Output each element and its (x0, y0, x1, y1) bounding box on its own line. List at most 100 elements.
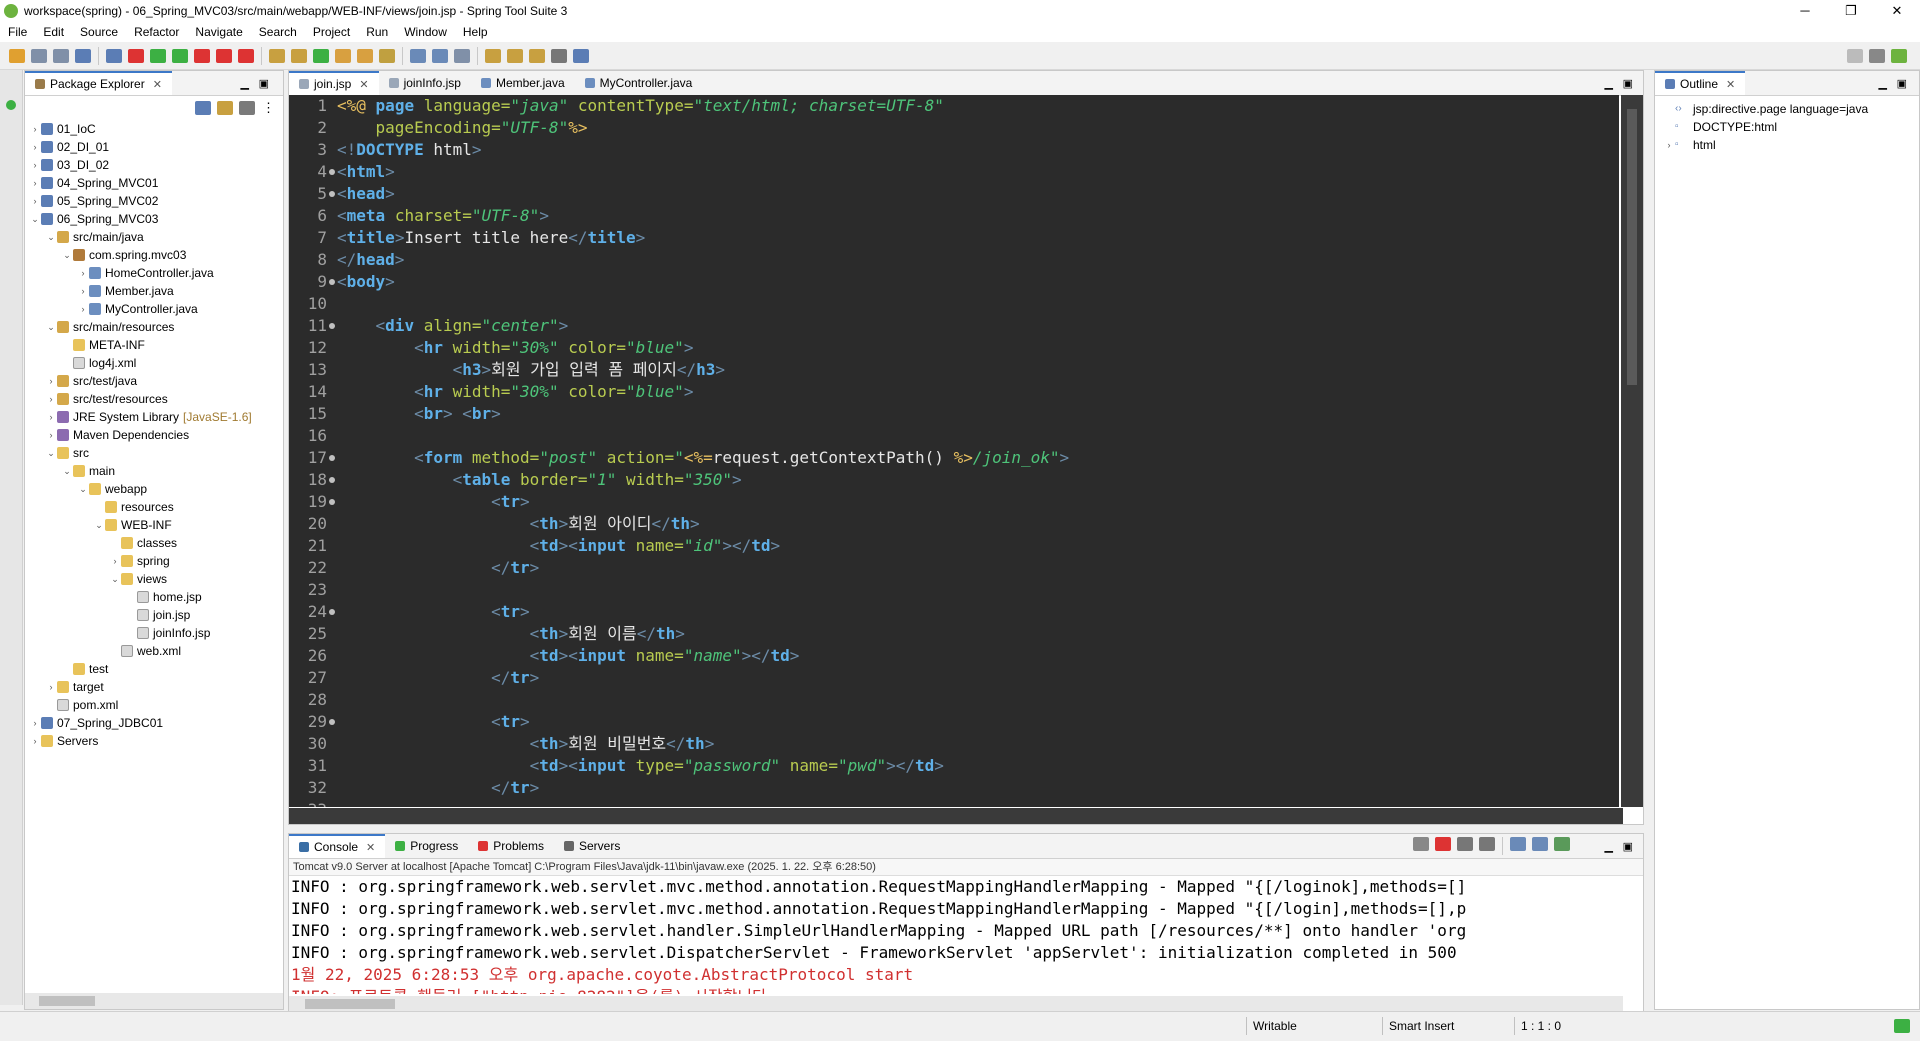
tab-member-java[interactable]: Member.java (471, 71, 575, 95)
run-last-icon[interactable] (216, 48, 232, 63)
annotation-next-icon[interactable] (432, 48, 448, 63)
new-package-icon[interactable] (291, 48, 307, 63)
collapse-all-icon[interactable] (195, 101, 211, 115)
editor-horizontal-scrollbar[interactable] (289, 808, 1623, 824)
tree-item[interactable]: home.jsp (29, 588, 283, 606)
tab-join-jsp[interactable]: join.jsp ✕ (289, 71, 379, 95)
tree-item[interactable]: › 03_DI_02 (29, 156, 283, 174)
menu-run[interactable]: Run (358, 25, 396, 39)
chevron-down-icon[interactable]: ⌄ (61, 462, 73, 480)
chevron-down-icon[interactable]: ⌄ (45, 228, 57, 246)
tree-item[interactable]: META-INF (29, 336, 283, 354)
terminate-icon[interactable] (1435, 837, 1451, 851)
maximize-button[interactable]: ❐ (1828, 0, 1874, 22)
fold-marker-icon[interactable] (329, 191, 335, 197)
forward-icon[interactable] (507, 48, 523, 63)
scroll-lock-icon[interactable] (1510, 837, 1526, 851)
spring-perspective-icon[interactable] (1891, 48, 1907, 63)
fold-marker-icon[interactable] (329, 323, 335, 329)
tree-item[interactable]: ⌄ src (29, 444, 283, 462)
chevron-right-icon[interactable]: › (29, 120, 41, 138)
minimize-button[interactable]: ─ (1782, 0, 1828, 22)
console-output[interactable]: INFO : org.springframework.web.servlet.m… (289, 876, 1643, 994)
close-icon[interactable]: ✕ (1726, 78, 1735, 91)
chevron-down-icon[interactable]: ⌄ (109, 570, 121, 588)
word-wrap-icon[interactable] (1532, 837, 1548, 851)
tree-item[interactable]: › JRE System Library [JavaSE-1.6] (29, 408, 283, 426)
tree-item[interactable]: › MyController.java (29, 300, 283, 318)
close-window-button[interactable]: ✕ (1874, 0, 1920, 22)
debug-icon[interactable] (172, 48, 188, 63)
tab-servers[interactable]: Servers (554, 834, 630, 858)
annotation-prev-icon[interactable] (410, 48, 426, 63)
menu-navigate[interactable]: Navigate (187, 25, 250, 39)
console-horizontal-scrollbar[interactable] (289, 996, 1623, 1012)
tab-mycontroller-java[interactable]: MyController.java (575, 71, 703, 95)
maximize-view-icon[interactable]: ▣ (1897, 77, 1907, 90)
open-type-icon[interactable] (75, 48, 91, 63)
outline-item[interactable]: › ▫ html (1663, 136, 1919, 154)
menu-file[interactable]: File (0, 25, 35, 39)
tree-item[interactable]: › 07_Spring_JDBC01 (29, 714, 283, 732)
chevron-right-icon[interactable]: › (45, 426, 57, 444)
chevron-right-icon[interactable]: › (45, 372, 57, 390)
tree-item[interactable]: › src/test/java (29, 372, 283, 390)
chevron-right-icon[interactable]: › (29, 192, 41, 210)
tree-item[interactable]: › target (29, 678, 283, 696)
back-icon[interactable] (485, 48, 501, 63)
tab-outline[interactable]: Outline ✕ (1655, 71, 1746, 95)
chevron-right-icon[interactable]: › (29, 732, 41, 750)
tree-item[interactable]: ⌄ com.spring.mvc03 (29, 246, 283, 264)
tree-item[interactable]: › src/test/resources (29, 390, 283, 408)
tab-package-explorer[interactable]: Package Explorer ✕ (25, 71, 172, 95)
tree-item[interactable]: ⌄ WEB-INF (29, 516, 283, 534)
tab-console[interactable]: Console ✕ (289, 834, 386, 858)
menu-help[interactable]: Help (455, 25, 496, 39)
chevron-down-icon[interactable]: ⌄ (45, 318, 57, 336)
tree-item[interactable]: › 05_Spring_MVC02 (29, 192, 283, 210)
fold-marker-icon[interactable] (329, 499, 335, 505)
tab-joininfo-jsp[interactable]: joinInfo.jsp (379, 71, 471, 95)
tree-item[interactable]: ⌄ webapp (29, 480, 283, 498)
code-editor[interactable]: 1 <%@ page language="java" contentType="t… (289, 95, 1619, 807)
tree-item[interactable]: › 02_DI_01 (29, 138, 283, 156)
minimize-view-icon[interactable]: ▁ (241, 77, 249, 90)
scrollbar-thumb[interactable] (305, 999, 395, 1009)
skip-breakpoints-icon[interactable] (106, 48, 122, 63)
scrollbar-thumb[interactable] (39, 996, 95, 1006)
editor-vertical-scrollbar[interactable] (1621, 95, 1643, 807)
chevron-right-icon[interactable]: › (45, 678, 57, 696)
chevron-right-icon[interactable]: › (77, 300, 89, 318)
tree-item[interactable]: web.xml (29, 642, 283, 660)
save-all-icon[interactable] (53, 48, 69, 63)
tree-item[interactable]: classes (29, 534, 283, 552)
close-icon[interactable]: ✕ (366, 841, 375, 854)
menu-window[interactable]: Window (396, 25, 455, 39)
filters-icon[interactable] (239, 101, 255, 115)
tree-item[interactable]: › HomeController.java (29, 264, 283, 282)
chevron-right-icon[interactable]: › (77, 282, 89, 300)
close-icon[interactable]: ✕ (153, 78, 162, 91)
open-console-icon[interactable] (1554, 837, 1570, 851)
pin-console-icon[interactable] (1413, 837, 1429, 851)
menu-refactor[interactable]: Refactor (126, 25, 187, 39)
chevron-down-icon[interactable]: ⌄ (45, 444, 57, 462)
chevron-right-icon[interactable]: › (45, 390, 57, 408)
remove-launch-icon[interactable] (1457, 837, 1473, 851)
tree-item[interactable]: pom.xml (29, 696, 283, 714)
chevron-down-icon[interactable]: ⌄ (29, 210, 41, 228)
stop-icon[interactable] (128, 48, 144, 63)
tree-item[interactable]: › Maven Dependencies (29, 426, 283, 444)
remove-all-icon[interactable] (1479, 837, 1495, 851)
fold-marker-icon[interactable] (329, 279, 335, 285)
chevron-right-icon[interactable]: › (29, 156, 41, 174)
menu-edit[interactable]: Edit (35, 25, 72, 39)
chevron-right-icon[interactable]: › (1663, 136, 1675, 154)
tree-item[interactable]: › Member.java (29, 282, 283, 300)
boot-run-icon[interactable] (150, 48, 166, 63)
tree-item[interactable]: resources (29, 498, 283, 516)
tree-item[interactable]: › spring (29, 552, 283, 570)
open-perspective-icon[interactable] (1869, 48, 1885, 63)
tree-item[interactable]: log4j.xml (29, 354, 283, 372)
menu-source[interactable]: Source (72, 25, 126, 39)
